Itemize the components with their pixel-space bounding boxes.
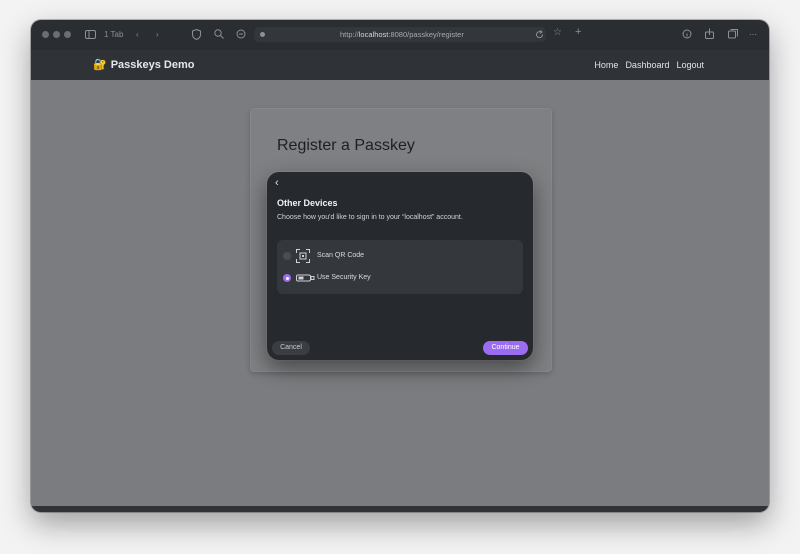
security-key-icon (296, 274, 315, 282)
search-icon[interactable] (214, 29, 224, 39)
bookmark-star-icon[interactable]: ☆ (553, 27, 562, 39)
more-icon[interactable]: ⋯ (749, 29, 757, 41)
new-tab-icon[interactable]: + (575, 26, 581, 38)
site-info-icon[interactable] (260, 32, 265, 37)
dialog-title: Other Devices (277, 198, 338, 208)
tab-count[interactable]: 1 Tab (104, 29, 123, 41)
cancel-button[interactable]: Cancel (272, 341, 310, 355)
passkey-dialog: ‹ Other Devices Choose how you'd like to… (267, 172, 533, 360)
extension-icon[interactable] (236, 29, 246, 39)
tabs-overview-icon[interactable] (728, 29, 738, 39)
radio-security-key[interactable] (283, 274, 291, 282)
radio-scan-qr[interactable] (283, 252, 291, 260)
back-chevron-icon[interactable]: ‹ (275, 177, 279, 189)
lock-icon: 🔐 (93, 59, 107, 71)
address-bar[interactable]: http://localhost:8080/passkey/register (254, 27, 546, 42)
continue-button[interactable]: Continue (483, 341, 528, 355)
brand[interactable]: 🔐 Passkeys Demo (93, 58, 194, 71)
share-icon[interactable] (704, 28, 715, 39)
app-navbar: 🔐 Passkeys Demo Home Dashboard Logout (31, 50, 769, 80)
option-label: Scan QR Code (317, 252, 365, 259)
shield-icon[interactable] (192, 29, 201, 40)
close-window-button[interactable] (42, 31, 49, 38)
qr-code-icon (296, 249, 310, 263)
nav-link-dashboard[interactable]: Dashboard (625, 60, 669, 70)
sign-in-options: Scan QR Code Use Security Key (277, 240, 523, 294)
nav-link-home[interactable]: Home (594, 60, 618, 70)
option-scan-qr[interactable]: Scan QR Code (283, 249, 513, 263)
minimize-window-button[interactable] (53, 31, 60, 38)
browser-window: 1 Tab ‹ › http://localhost:8080/passkey/… (31, 20, 769, 512)
zoom-window-button[interactable] (64, 31, 71, 38)
nav-links: Home Dashboard Logout (587, 60, 704, 70)
forward-icon[interactable]: › (156, 29, 159, 41)
sidebar-icon[interactable] (85, 30, 96, 39)
info-icon[interactable] (682, 29, 692, 39)
dialog-subtitle: Choose how you'd like to sign in to your… (277, 214, 463, 221)
footer-strip (31, 506, 769, 512)
nav-link-logout[interactable]: Logout (676, 60, 704, 70)
reload-icon[interactable] (535, 30, 544, 39)
url-text: http://localhost:8080/passkey/register (340, 30, 464, 39)
brand-name: Passkeys Demo (110, 59, 195, 71)
option-label: Use Security Key (317, 274, 371, 281)
option-security-key[interactable]: Use Security Key (283, 271, 513, 285)
browser-toolbar: 1 Tab ‹ › http://localhost:8080/passkey/… (31, 20, 769, 50)
page-title: Register a Passkey (277, 137, 415, 154)
back-icon[interactable]: ‹ (136, 29, 139, 41)
